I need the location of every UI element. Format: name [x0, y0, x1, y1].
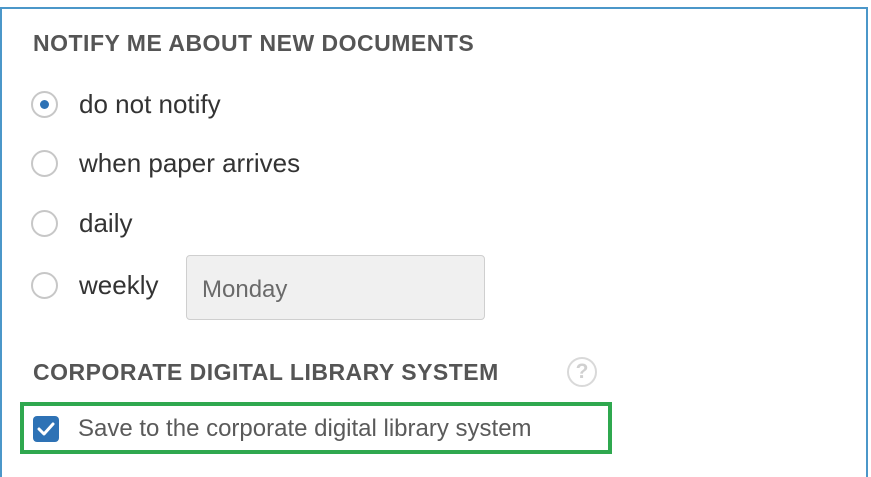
radio-label: do not notify	[79, 88, 221, 119]
radio-option-when-paper-arrives[interactable]: when paper arrives	[31, 146, 300, 180]
radio-option-daily[interactable]: daily	[31, 206, 132, 240]
radio-label: weekly	[79, 269, 159, 300]
radio-label: when paper arrives	[79, 147, 301, 178]
notify-section-title: NOTIFY ME ABOUT NEW DOCUMENTS	[33, 30, 475, 56]
radio-option-do-not-notify[interactable]: do not notify	[31, 87, 221, 121]
checkbox-checked[interactable]	[33, 416, 59, 442]
radio-button[interactable]	[31, 271, 58, 299]
radio-button-checked[interactable]	[31, 90, 58, 118]
help-icon[interactable]: ?	[567, 357, 597, 387]
radio-button[interactable]	[31, 209, 58, 237]
radio-button[interactable]	[31, 149, 58, 177]
checkbox-label: Save to the corporate digital library sy…	[78, 415, 532, 442]
radio-option-weekly[interactable]: weekly	[31, 268, 158, 302]
cdls-section-title: CORPORATE DIGITAL LIBRARY SYSTEM	[33, 359, 499, 385]
radio-label: daily	[79, 207, 133, 238]
checkmark-icon	[37, 422, 55, 436]
weekly-day-select[interactable]: Monday	[186, 255, 485, 320]
save-to-cdls-option[interactable]: Save to the corporate digital library sy…	[33, 414, 532, 444]
